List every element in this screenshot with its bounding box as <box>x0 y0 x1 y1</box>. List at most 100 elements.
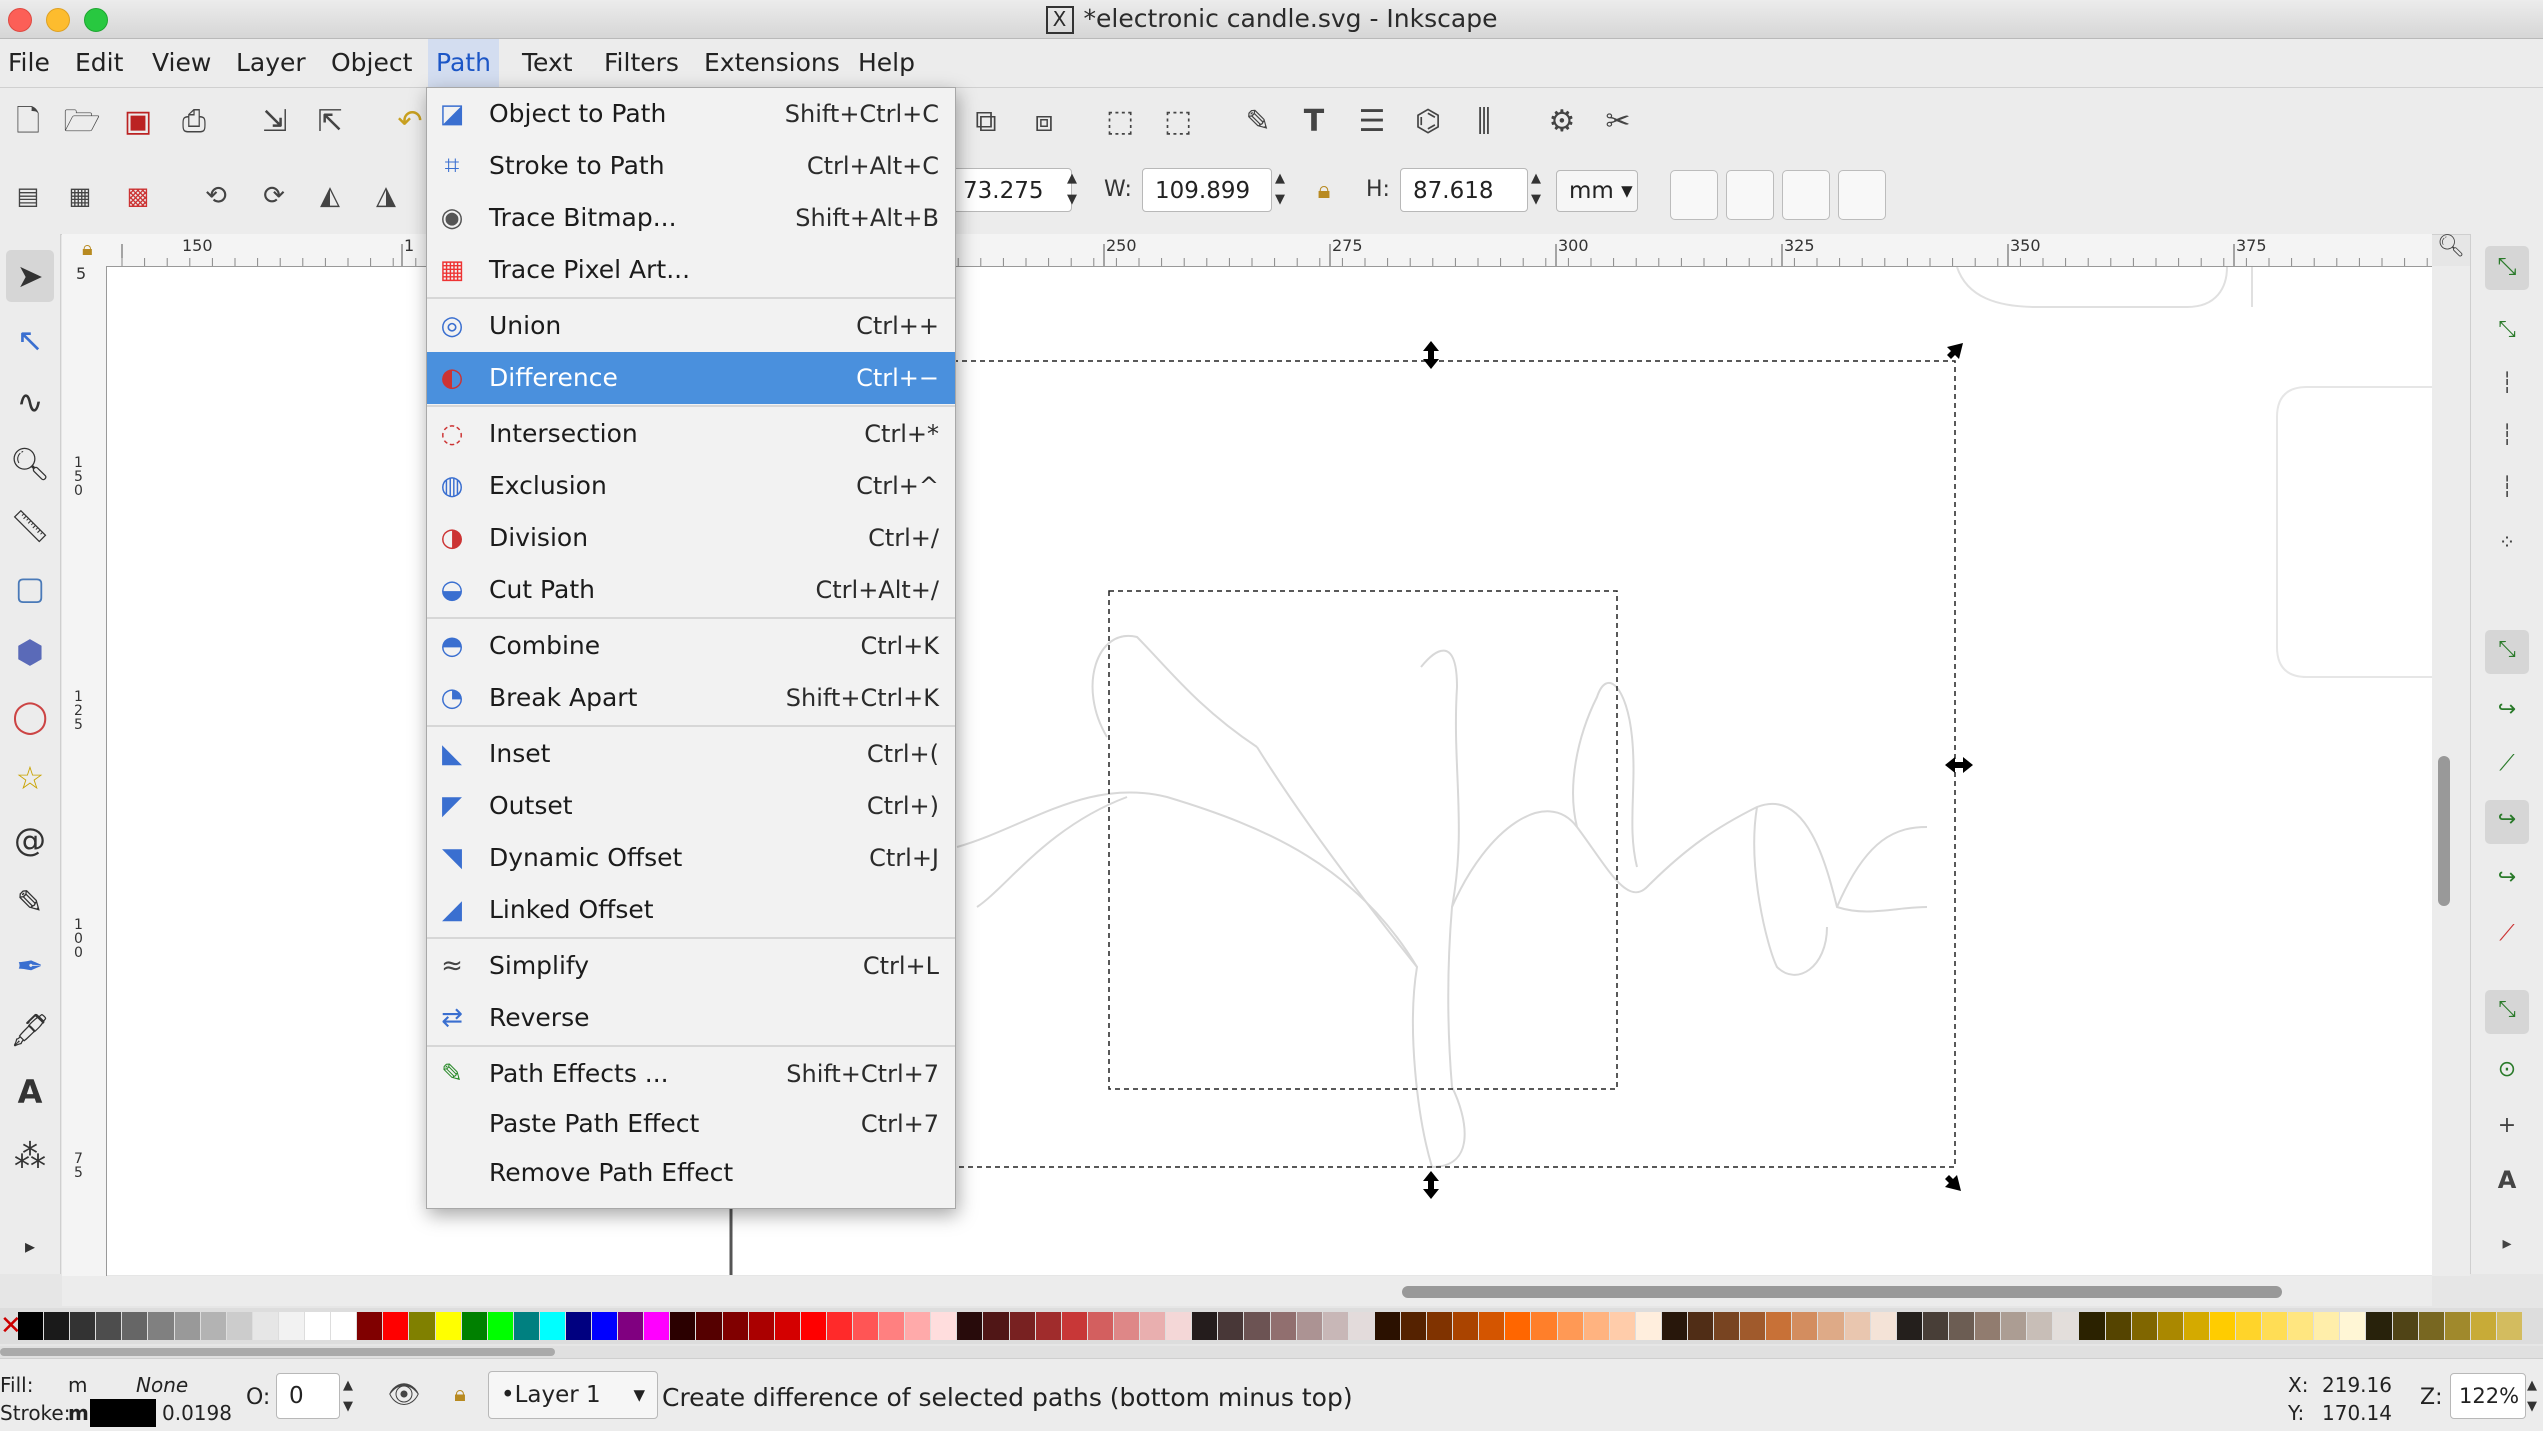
fill-value[interactable]: m <box>68 1373 87 1397</box>
color-swatch[interactable] <box>461 1312 487 1340</box>
opacity-field[interactable]: 0 <box>276 1373 340 1419</box>
color-swatch[interactable] <box>2262 1312 2288 1340</box>
vertical-scrollbar[interactable] <box>2432 266 2470 1276</box>
menu-layer[interactable]: Layer <box>228 39 314 87</box>
color-swatch[interactable] <box>1035 1312 1061 1340</box>
color-swatch[interactable] <box>487 1312 513 1340</box>
color-swatch[interactable] <box>1113 1312 1140 1340</box>
color-swatch[interactable] <box>696 1312 722 1340</box>
color-swatch[interactable] <box>278 1312 305 1340</box>
export-icon[interactable]: ⇱ <box>310 102 350 142</box>
color-swatch[interactable] <box>1688 1312 1714 1340</box>
horizontal-scrollbar[interactable] <box>62 1276 2432 1306</box>
snap-text-baseline-icon[interactable]: A <box>2485 1160 2529 1204</box>
menu-extensions[interactable]: Extensions <box>696 39 848 87</box>
color-swatch[interactable] <box>1087 1312 1113 1340</box>
path-menu-item-dynamic-offset[interactable]: ◥ Dynamic Offset Ctrl+J <box>427 832 955 884</box>
path-menu-item-linked-offset[interactable]: ◢ Linked Offset <box>427 884 955 936</box>
color-swatch[interactable] <box>2131 1312 2157 1340</box>
measure-tool-icon[interactable]: 📏︎ <box>6 500 54 552</box>
lock-guides-icon[interactable]: 🔒︎ <box>82 236 93 260</box>
color-swatch[interactable] <box>2418 1312 2444 1340</box>
select-all-icon[interactable]: ▤ <box>8 176 48 216</box>
more-snaps-icon[interactable]: ▸ <box>2485 1224 2529 1268</box>
ungroup-icon[interactable]: ⧈ <box>1024 102 1064 142</box>
color-swatch[interactable] <box>2470 1312 2496 1340</box>
menu-text[interactable]: Text <box>514 39 581 87</box>
color-swatch[interactable] <box>44 1312 70 1340</box>
color-swatch[interactable] <box>1531 1312 1557 1340</box>
tweak-tool-icon[interactable]: ∿ <box>6 376 54 428</box>
color-swatch[interactable] <box>1557 1312 1583 1340</box>
move-gradients-toggle[interactable] <box>1782 170 1830 220</box>
stroke-width-value[interactable]: 0.0198 <box>162 1401 232 1425</box>
color-swatch[interactable] <box>1714 1312 1740 1340</box>
undo-icon[interactable]: ↶ <box>390 102 430 142</box>
deselect-icon[interactable]: ▩ <box>118 176 158 216</box>
color-swatch[interactable] <box>1453 1312 1479 1340</box>
open-document-icon[interactable]: 🗁 <box>62 102 102 142</box>
path-menu-item-combine[interactable]: ◓ Combine Ctrl+K <box>427 620 955 672</box>
path-menu-item-exclusion[interactable]: ◍ Exclusion Ctrl+^ <box>427 460 955 512</box>
color-swatch[interactable] <box>2001 1312 2027 1340</box>
fill-stroke-icon[interactable]: ✎ <box>1238 102 1278 142</box>
move-patterns-toggle[interactable] <box>1838 170 1886 220</box>
menu-view[interactable]: View <box>144 39 219 87</box>
color-swatch[interactable] <box>1870 1312 1896 1340</box>
color-swatch[interactable] <box>2053 1312 2079 1340</box>
no-paint-swatch[interactable]: ✕ <box>0 1312 22 1340</box>
color-swatch[interactable] <box>670 1312 696 1340</box>
snap-bbox-icon[interactable]: ⤡ <box>2485 310 2529 354</box>
menu-object[interactable]: Object <box>323 39 420 87</box>
save-document-icon[interactable]: ▣ <box>118 102 158 142</box>
color-swatch[interactable] <box>200 1312 226 1340</box>
snap-paths-icon[interactable]: ↪ <box>2485 690 2529 734</box>
scale-stroke-toggle[interactable] <box>1670 170 1718 220</box>
path-menu-item-outset[interactable]: ◤ Outset Ctrl+) <box>427 780 955 832</box>
toggle-lock-icon[interactable]: 🔒︎ <box>442 1375 478 1415</box>
fill-none-label[interactable]: None <box>136 1373 188 1397</box>
color-swatch[interactable] <box>1374 1312 1400 1340</box>
group-icon[interactable]: ⧉ <box>966 102 1006 142</box>
color-swatch[interactable] <box>2027 1312 2053 1340</box>
color-swatch[interactable] <box>644 1312 670 1340</box>
height-stepper[interactable]: ▲ ▼ <box>1526 168 1546 212</box>
path-menu-item-remove-path-effect[interactable]: Remove Path Effect <box>427 1149 955 1198</box>
node-tool-icon[interactable]: ↖ <box>6 314 54 366</box>
flip-horizontal-icon[interactable]: ◭ <box>310 176 350 216</box>
color-swatch[interactable] <box>1166 1312 1192 1340</box>
color-swatch[interactable] <box>565 1312 592 1340</box>
snap-bbox-edge-icon[interactable]: ┆ <box>2485 362 2529 406</box>
snap-object-centers-icon[interactable]: ⊙ <box>2485 1050 2529 1094</box>
menu-edit[interactable]: Edit <box>67 39 131 87</box>
color-swatch[interactable] <box>226 1312 252 1340</box>
snap-bbox-corner-icon[interactable]: ┆ <box>2485 414 2529 458</box>
horizontal-scroll-thumb[interactable] <box>1402 1286 2282 1298</box>
path-menu-item-cut-path[interactable]: ◒ Cut Path Ctrl+Alt+/ <box>427 564 955 616</box>
color-swatch[interactable] <box>592 1312 618 1340</box>
path-menu-item-paste-path-effect[interactable]: Paste Path Effect Ctrl+7 <box>427 1100 955 1149</box>
color-swatch[interactable] <box>2157 1312 2183 1340</box>
zoom-corner-icon[interactable]: 🔍︎ <box>2432 234 2470 266</box>
snap-bbox-center-icon[interactable]: ⁘ <box>2485 522 2529 566</box>
rotate-cw-icon[interactable]: ⟳ <box>254 176 294 216</box>
snap-toggle-icon[interactable]: ⤡ <box>2485 246 2529 290</box>
color-swatch[interactable] <box>1505 1312 1531 1340</box>
rectangle-tool-icon[interactable]: ▢ <box>6 562 54 614</box>
color-swatch[interactable] <box>2079 1312 2105 1340</box>
width-stepper[interactable]: ▲ ▼ <box>1270 168 1290 212</box>
color-swatch[interactable] <box>2340 1312 2366 1340</box>
color-swatch[interactable] <box>1192 1312 1218 1340</box>
snap-nodes-icon[interactable]: ⤡ <box>2485 630 2529 674</box>
color-swatch[interactable] <box>1270 1312 1296 1340</box>
color-swatch[interactable] <box>774 1312 800 1340</box>
color-swatch[interactable] <box>957 1312 983 1340</box>
color-swatch[interactable] <box>1922 1312 1948 1340</box>
color-swatch[interactable] <box>409 1312 435 1340</box>
color-swatch[interactable] <box>1427 1312 1453 1340</box>
print-icon[interactable]: ⎙ <box>174 102 214 142</box>
snap-midpoints-icon[interactable]: ⟋ <box>2485 914 2529 958</box>
lock-ratio-icon[interactable]: 🔒︎ <box>1306 170 1342 210</box>
color-swatch[interactable] <box>2366 1312 2392 1340</box>
color-swatch[interactable] <box>2496 1312 2522 1340</box>
